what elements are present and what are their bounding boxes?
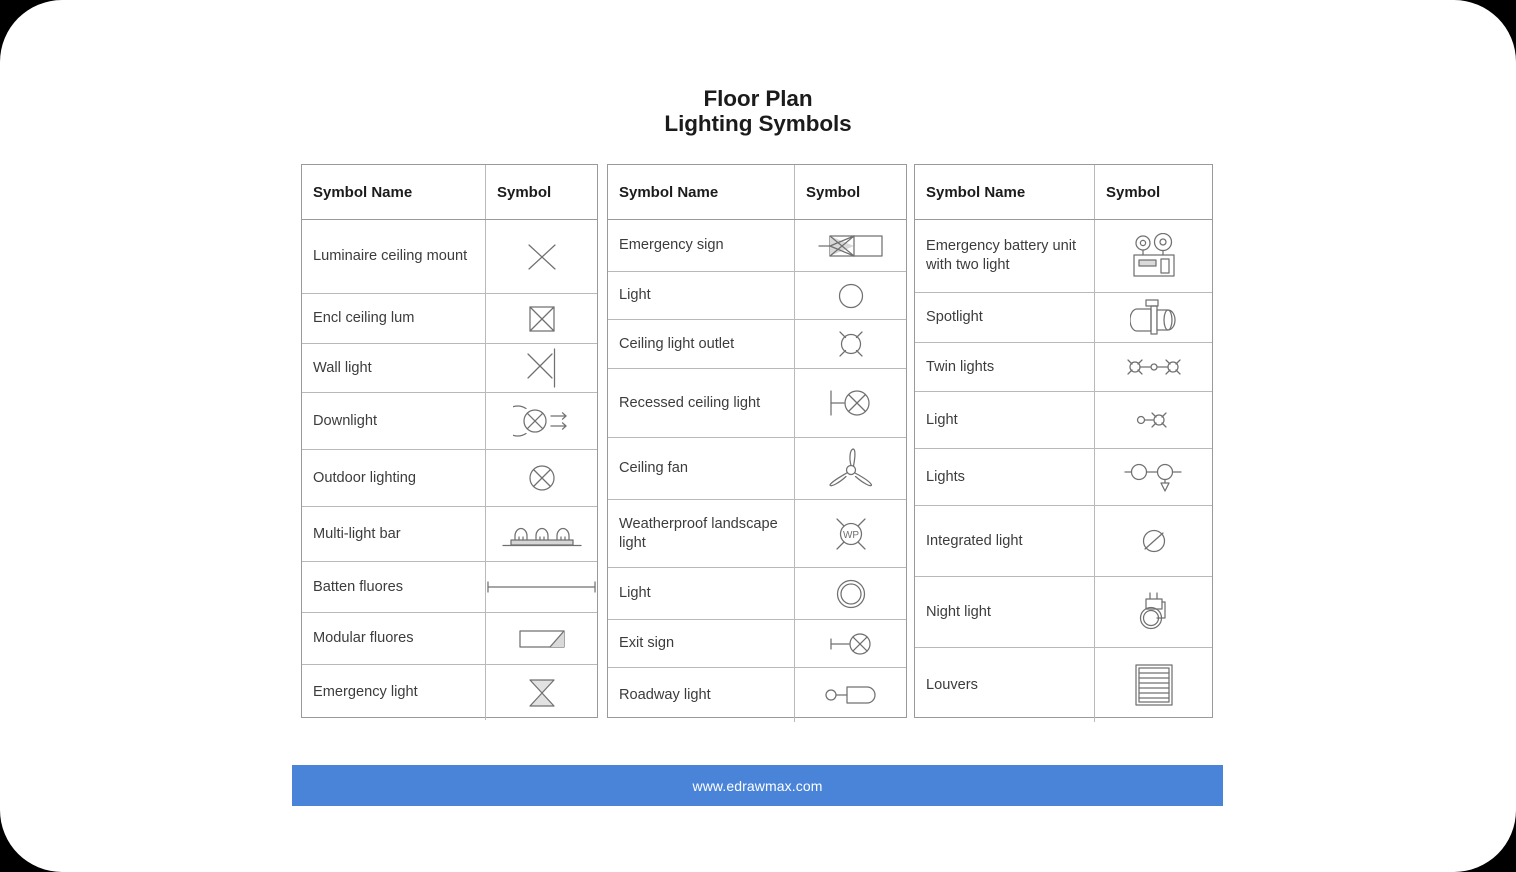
table-header-row: Symbol Name Symbol — [302, 165, 597, 220]
table-row: Recessed ceiling light — [608, 369, 906, 438]
table-row: Emergency sign — [608, 220, 906, 272]
symbol-name-cell: Light — [608, 568, 795, 619]
batten-fluorescent-symbol — [486, 562, 597, 612]
luminaire-ceiling-mount-symbol — [486, 220, 597, 293]
table-header-row: Symbol Name Symbol — [608, 165, 906, 220]
night-light-symbol — [1095, 577, 1212, 647]
recessed-ceiling-light-symbol — [795, 369, 906, 437]
symbol-table-3: Symbol Name Symbol Emergency battery unit … — [914, 164, 1213, 722]
column-header-symbol-name: Symbol Name — [608, 165, 795, 219]
page-title: Floor Plan Lighting Symbols — [0, 86, 1516, 136]
symbol-name-cell: Weatherproof landscape light — [608, 500, 795, 567]
symbol-name-cell: Downlight — [302, 393, 486, 449]
table-row: Light — [915, 392, 1212, 449]
emergency-battery-unit-symbol — [1095, 220, 1212, 292]
symbol-name-cell: Exit sign — [608, 620, 795, 667]
poster-page: Floor Plan Lighting Symbols Symbol Name S… — [0, 0, 1516, 872]
footer-bar: www.edrawmax.com — [292, 765, 1223, 806]
symbol-name-cell: Light — [915, 392, 1095, 448]
table-row: Encl ceiling lum — [302, 294, 597, 344]
light-circle-symbol — [795, 272, 906, 319]
symbol-name-cell: Emergency battery unit with two light — [915, 220, 1095, 292]
integrated-light-symbol — [1095, 506, 1212, 576]
symbol-name-cell: Lights — [915, 449, 1095, 505]
symbol-name-cell: Roadway light — [608, 668, 795, 722]
symbol-name-cell: Wall light — [302, 344, 486, 392]
downlight-symbol — [486, 393, 597, 449]
table-row: Louvers — [915, 648, 1212, 722]
symbol-table-2: Symbol Name Symbol Emergency sign Light Ceil… — [607, 164, 907, 722]
ceiling-light-outlet-symbol — [795, 320, 906, 368]
symbol-name-cell: Outdoor lighting — [302, 450, 486, 506]
weatherproof-landscape-light-symbol: WP — [795, 500, 906, 567]
table-row: Outdoor lighting — [302, 450, 597, 507]
title-line-2: Lighting Symbols — [664, 111, 852, 136]
table-row: Integrated light — [915, 506, 1212, 577]
symbol-name-cell: Encl ceiling lum — [302, 294, 486, 343]
table-row: Night light — [915, 577, 1212, 648]
table-row: Batten fluores — [302, 562, 597, 613]
symbol-name-cell: Light — [608, 272, 795, 319]
symbol-name-cell: Recessed ceiling light — [608, 369, 795, 437]
symbol-table-1: Symbol Name Symbol Luminaire ceiling mount… — [301, 164, 598, 720]
enclosed-ceiling-luminaire-symbol — [486, 294, 597, 343]
symbol-name-cell: Louvers — [915, 648, 1095, 722]
emergency-sign-symbol — [795, 220, 906, 271]
table-row: Emergency light — [302, 665, 597, 720]
emergency-light-symbol — [486, 665, 597, 720]
column-header-symbol-name: Symbol Name — [915, 165, 1095, 219]
lights-pair-symbol — [1095, 449, 1212, 505]
multi-light-bar-symbol — [486, 507, 597, 561]
table-row: Lights — [915, 449, 1212, 506]
column-header-symbol: Symbol — [1106, 183, 1161, 201]
louvers-symbol — [1095, 648, 1212, 722]
light-double-circle-symbol — [795, 568, 906, 619]
twin-lights-symbol — [1095, 343, 1212, 391]
symbol-name-cell: Modular fluores — [302, 613, 486, 664]
table-row: Light — [608, 568, 906, 620]
table-row: Downlight — [302, 393, 597, 450]
ceiling-fan-symbol — [795, 438, 906, 499]
roadway-light-symbol — [795, 668, 906, 722]
symbol-name-cell: Batten fluores — [302, 562, 486, 612]
table-row: Roadway light — [608, 668, 906, 722]
table-row: Ceiling light outlet — [608, 320, 906, 369]
symbol-name-cell: Emergency sign — [608, 220, 795, 271]
symbol-name-cell: Night light — [915, 577, 1095, 647]
wall-light-symbol — [486, 344, 597, 392]
footer-url: www.edrawmax.com — [692, 777, 823, 794]
table-row: Light — [608, 272, 906, 320]
exit-sign-symbol — [795, 620, 906, 667]
symbol-name-cell: Integrated light — [915, 506, 1095, 576]
svg-text:WP: WP — [842, 530, 858, 541]
column-header-symbol: Symbol — [806, 183, 861, 201]
spotlight-symbol — [1095, 293, 1212, 342]
table-row: Wall light — [302, 344, 597, 393]
light-outlet-symbol — [1095, 392, 1212, 448]
poster-canvas: Floor Plan Lighting Symbols Symbol Name S… — [0, 0, 1516, 872]
table-row: Ceiling fan — [608, 438, 906, 500]
title-line-1: Floor Plan — [703, 86, 813, 111]
symbol-name-cell: Multi-light bar — [302, 507, 486, 561]
table-row: Twin lights — [915, 343, 1212, 392]
symbol-name-cell: Luminaire ceiling mount — [302, 220, 486, 293]
table-row: Modular fluores — [302, 613, 597, 665]
table-row: Multi-light bar — [302, 507, 597, 562]
outdoor-lighting-symbol — [486, 450, 597, 506]
modular-fluorescent-symbol — [486, 613, 597, 664]
symbol-name-cell: Emergency light — [302, 665, 486, 720]
column-header-symbol-name: Symbol Name — [302, 165, 486, 219]
table-row: Luminaire ceiling mount — [302, 220, 597, 294]
table-row: Exit sign — [608, 620, 906, 668]
table-header-row: Symbol Name Symbol — [915, 165, 1212, 220]
table-row: Weatherproof landscape light WP — [608, 500, 906, 568]
symbol-name-cell: Twin lights — [915, 343, 1095, 391]
symbol-name-cell: Ceiling light outlet — [608, 320, 795, 368]
symbol-name-cell: Ceiling fan — [608, 438, 795, 499]
column-header-symbol: Symbol — [497, 183, 552, 201]
table-row: Emergency battery unit with two light — [915, 220, 1212, 293]
symbol-name-cell: Spotlight — [915, 293, 1095, 342]
table-row: Spotlight — [915, 293, 1212, 343]
